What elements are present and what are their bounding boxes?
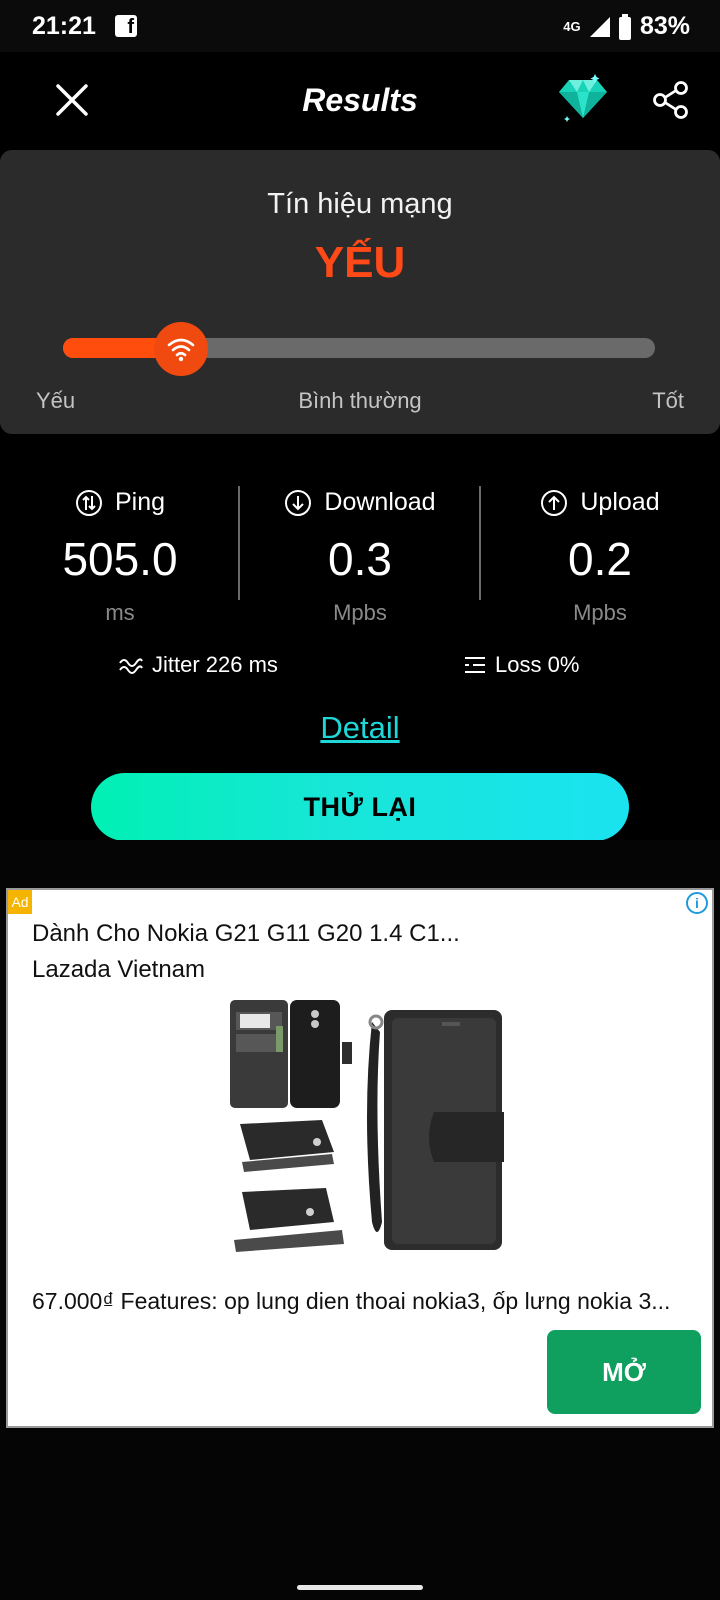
metric-download-label: Download [324,488,436,516]
ad-info-icon[interactable]: i [686,892,708,914]
signal-strength-card: Tín hiệu mạng YẾU Yếu Bình thường Tốt [0,150,720,434]
ad-headline[interactable]: Dành Cho Nokia G21 G11 G20 1.4 C1... [32,920,460,948]
status-time: 21:21 [32,12,96,40]
metric-upload-unit: Mpbs [573,600,627,625]
download-icon [285,489,312,516]
status-right: 4G 83% [562,12,690,41]
signal-status: YẾU [314,238,406,287]
battery-percent: 83% [639,12,690,40]
jitter-icon [119,658,143,674]
metric-download-header: Download [240,488,480,517]
status-bar: 21:21 f 4G 83% [0,0,720,52]
signal-meter-track [63,338,655,358]
upload-icon [541,489,568,516]
ad-badge: Ad [8,890,32,914]
metric-upload: Upload 0.2 Mpbs [480,480,720,630]
signal-title: Tín hiệu mạng [267,188,453,220]
page-title: Results [302,82,418,118]
signal-label-good: Tốt [652,388,684,413]
detail-link[interactable]: Detail [0,710,720,746]
network-type: 4G [563,18,581,34]
metric-download: Download 0.3 Mpbs [240,480,480,630]
jitter-stat: Jitter 226 ms [118,652,278,678]
metric-upload-header: Upload [480,488,720,517]
metric-ping-label: Ping [114,488,166,516]
facebook-notification-icon: f [115,15,137,37]
loss-stat: Loss 0% [463,652,579,678]
share-icon[interactable] [652,80,690,120]
ad-open-button[interactable]: MỞ [547,1330,701,1414]
speed-metrics: Ping 505.0 ms Download 0.3 Mpbs Upload 0… [0,480,720,630]
metric-upload-value: 0.2 [568,533,632,585]
cell-signal-icon [589,16,610,37]
battery-icon [618,13,631,40]
loss-text: Loss 0% [495,652,580,677]
jitter-text: Jitter 226 ms [152,652,278,677]
metric-download-value: 0.3 [328,533,392,585]
metric-ping-value: 505.0 [62,533,178,585]
ping-icon [75,489,102,516]
ad-description[interactable]: 67.000₫ Features: op lung dien thoai nok… [32,1288,692,1315]
metric-ping-header: Ping [0,488,240,517]
native-ad[interactable]: Ad i Dành Cho Nokia G21 G11 G20 1.4 C1..… [6,888,714,1428]
premium-diamond-icon[interactable] [555,74,611,124]
signal-meter-thumb [154,322,209,376]
signal-label-normal: Bình thường [298,388,422,413]
app-header: Results [0,52,720,152]
wifi-icon [168,338,195,362]
metric-download-unit: Mpbs [333,600,387,625]
metric-upload-label: Upload [580,488,660,516]
loss-icon [465,657,485,673]
ad-advertiser[interactable]: Lazada Vietnam [32,956,205,984]
metric-ping: Ping 505.0 ms [0,480,240,630]
metric-ping-unit: ms [105,600,135,625]
gesture-nav-handle[interactable] [297,1585,423,1590]
ad-product-image[interactable] [222,992,512,1260]
retry-button[interactable]: THỬ LẠI [91,773,629,841]
